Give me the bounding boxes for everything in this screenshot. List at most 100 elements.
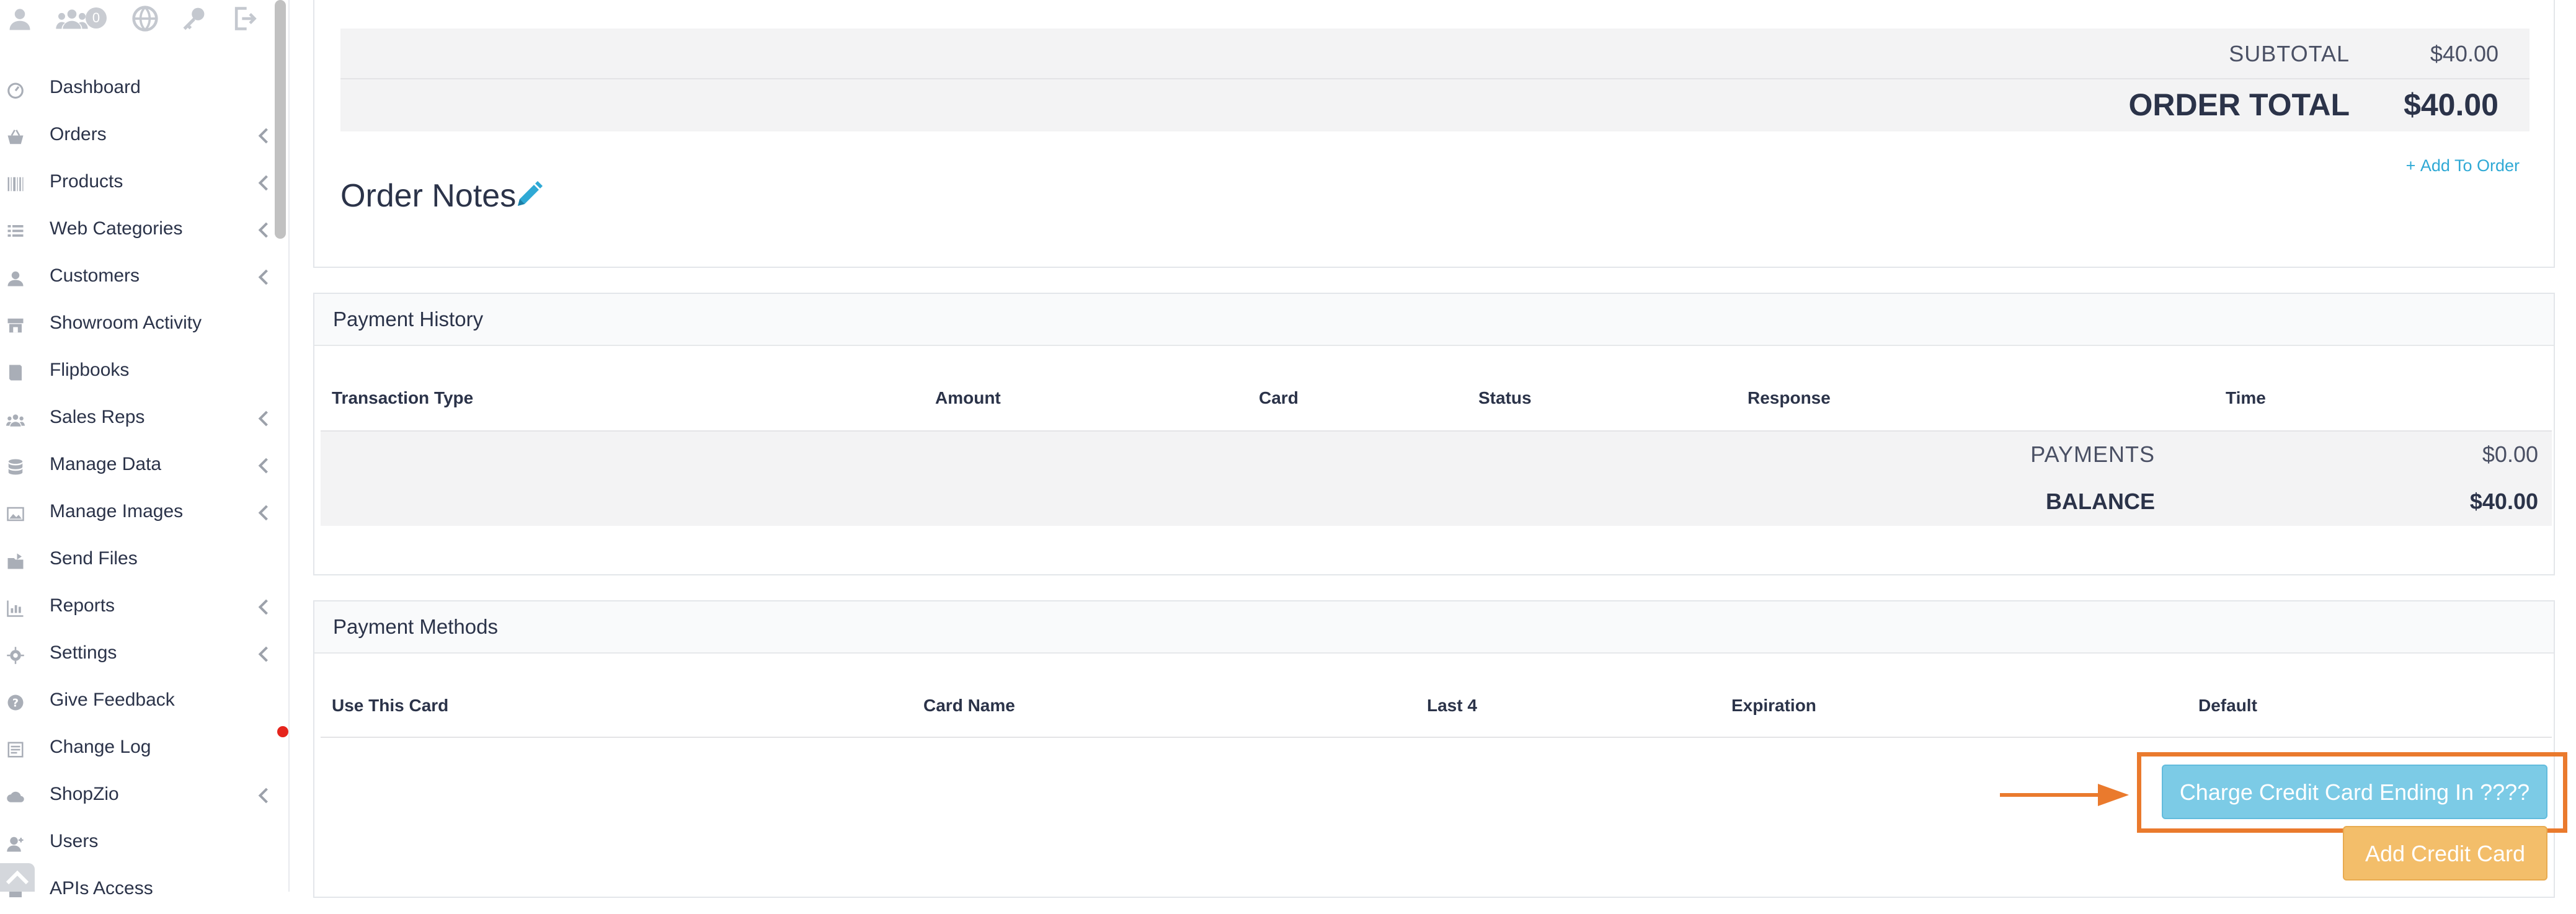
- sidebar-item-label: Change Log: [50, 737, 151, 757]
- sidebar-item-send-files[interactable]: Send Files: [0, 537, 276, 584]
- sidebar-item-label: ShopZio: [50, 784, 119, 804]
- sidebar-item-web-categories[interactable]: Web Categories: [0, 207, 276, 254]
- sidebar-item-orders[interactable]: Orders: [0, 113, 276, 160]
- sidebar-item-manage-images[interactable]: Manage Images: [0, 490, 276, 537]
- users-icon[interactable]: [56, 5, 88, 32]
- sidebar-item-label: Flipbooks: [50, 360, 130, 380]
- store-icon: [6, 316, 25, 335]
- sidebar-item-customers[interactable]: Customers: [0, 254, 276, 301]
- annotation-arrow: [2000, 781, 2131, 809]
- order-notes-title: Order Notes: [340, 178, 517, 214]
- order-summary-panel: SUBTOTAL $40.00 ORDER TOTAL $40.00 + Add…: [313, 0, 2555, 268]
- payment-methods-title: Payment Methods: [333, 615, 498, 638]
- sidebar-item-change-log[interactable]: Change Log: [0, 725, 276, 773]
- column-header: Response: [1748, 388, 1831, 407]
- balance-value: $40.00: [2469, 489, 2538, 514]
- svg-text:?: ?: [12, 697, 19, 709]
- sidebar-item-reports[interactable]: Reports: [0, 584, 276, 631]
- sidebar-scrollbar[interactable]: [275, 0, 286, 239]
- sidebar-item-label: Reports: [50, 595, 115, 616]
- sign-out-icon[interactable]: [231, 5, 258, 32]
- balance-row: BALANCE $40.00: [321, 479, 2552, 526]
- chevron-left-icon: [257, 221, 270, 239]
- basket-icon: [6, 128, 25, 146]
- payment-history-panel: Payment History Transaction Type Amount …: [313, 293, 2555, 575]
- column-header: Default: [2198, 696, 2257, 715]
- users-icon: [6, 410, 25, 429]
- chart-icon: [6, 599, 25, 618]
- chevron-left-icon: [257, 268, 270, 286]
- payment-history-title: Payment History: [333, 308, 484, 331]
- sidebar-item-label: Settings: [50, 642, 117, 663]
- sidebar-item-dashboard[interactable]: Dashboard: [0, 66, 276, 113]
- column-header: Transaction Type: [332, 388, 474, 407]
- chevron-left-icon: [257, 456, 270, 475]
- subtotal-label: SUBTOTAL: [2229, 41, 2350, 66]
- chevron-left-icon: [257, 598, 270, 616]
- payments-label: PAYMENTS: [2030, 441, 2155, 467]
- sidebar-item-label: APIs Access: [50, 878, 153, 898]
- book-icon: [6, 363, 25, 382]
- sidebar-item-label: Showroom Activity: [50, 313, 202, 333]
- chevron-left-icon: [257, 126, 270, 145]
- payments-value: $0.00: [2482, 441, 2538, 467]
- subtotal-value: $40.00: [2430, 41, 2498, 66]
- chevron-up-icon: [6, 870, 29, 885]
- sidebar-item-showroom-activity[interactable]: Showroom Activity: [0, 301, 276, 348]
- notification-dot: [277, 726, 288, 737]
- key-icon[interactable]: [180, 5, 207, 32]
- sidebar: 0 Dashboard Orders Products Web Categori…: [0, 0, 290, 898]
- sidebar-item-label: Give Feedback: [50, 690, 175, 710]
- sidebar-item-settings[interactable]: Settings: [0, 631, 276, 678]
- sidebar-item-give-feedback[interactable]: ? Give Feedback: [0, 678, 276, 725]
- column-header: Use This Card: [332, 696, 449, 715]
- database-icon: [6, 458, 25, 476]
- chevron-left-icon: [257, 645, 270, 663]
- add-to-order-link[interactable]: + Add To Order: [2406, 156, 2520, 175]
- sidebar-item-label: Sales Reps: [50, 407, 145, 427]
- order-total-value: $40.00: [2404, 87, 2498, 122]
- order-totals: SUBTOTAL $40.00 ORDER TOTAL $40.00: [340, 29, 2529, 131]
- subtotal-row: SUBTOTAL $40.00: [340, 29, 2529, 79]
- pencil-icon[interactable]: [514, 179, 544, 211]
- chevron-left-icon: [257, 409, 270, 428]
- sidebar-item-manage-data[interactable]: Manage Data: [0, 443, 276, 490]
- sidebar-item-label: Manage Data: [50, 454, 162, 474]
- charge-credit-card-button[interactable]: Charge Credit Card Ending In ????: [2162, 765, 2547, 819]
- sidebar-item-shopzio[interactable]: ShopZio: [0, 773, 276, 820]
- speedometer-icon: [6, 81, 25, 99]
- chevron-left-icon: [257, 786, 270, 805]
- user-icon[interactable]: [6, 5, 33, 32]
- gear-icon: [6, 646, 25, 665]
- question-icon: ?: [6, 693, 25, 712]
- add-to-order-label: Add To Order: [2420, 156, 2520, 175]
- add-credit-card-button[interactable]: Add Credit Card: [2343, 826, 2547, 881]
- sidebar-item-flipbooks[interactable]: Flipbooks: [0, 348, 276, 396]
- sidebar-item-apis-access[interactable]: APIs Access: [0, 867, 276, 914]
- column-header: Amount: [935, 388, 1001, 407]
- payment-methods-header: Payment Methods: [314, 601, 2554, 654]
- chevron-left-icon: [257, 504, 270, 522]
- globe-icon[interactable]: [131, 5, 159, 32]
- chevron-left-icon: [257, 174, 270, 192]
- cloud-icon: [6, 788, 25, 806]
- sidebar-item-sales-reps[interactable]: Sales Reps: [0, 396, 276, 443]
- payment-history-header: Payment History: [314, 294, 2554, 346]
- sidebar-item-label: Orders: [50, 124, 107, 144]
- user-add-icon: [6, 835, 25, 853]
- list-icon: [6, 222, 25, 241]
- sidebar-item-users[interactable]: Users: [0, 820, 276, 867]
- sidebar-item-label: Users: [50, 831, 99, 851]
- sidebar-nav: Dashboard Orders Products Web Categories…: [0, 66, 276, 914]
- user-icon: [6, 269, 25, 288]
- sidebar-top-icons: 0: [0, 0, 276, 43]
- payment-methods-panel: Payment Methods Use This Card Card Name …: [313, 600, 2555, 898]
- sidebar-item-products[interactable]: Products: [0, 160, 276, 207]
- scroll-to-top-button[interactable]: [0, 863, 35, 892]
- sidebar-item-label: Dashboard: [50, 77, 141, 97]
- column-header: Card: [1259, 388, 1299, 407]
- order-total-label: ORDER TOTAL: [2128, 87, 2350, 122]
- balance-label: BALANCE: [2046, 489, 2155, 514]
- sidebar-item-label: Web Categories: [50, 218, 183, 239]
- sidebar-item-label: Customers: [50, 265, 140, 286]
